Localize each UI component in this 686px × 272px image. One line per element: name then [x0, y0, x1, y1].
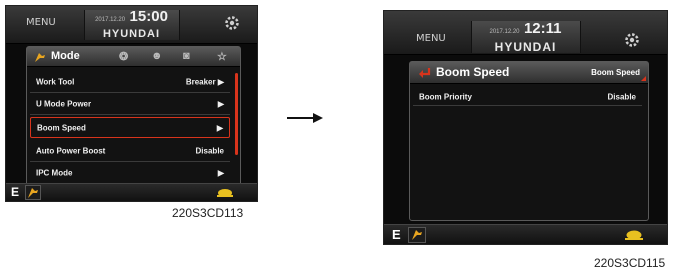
- figure-caption-right: 220S3CD115: [594, 256, 666, 270]
- panel-title: Mode: [51, 50, 80, 62]
- date: 2017.12.20: [489, 29, 520, 35]
- brand-label: HYUNDAI: [494, 40, 557, 54]
- scrollbar[interactable]: [235, 73, 238, 155]
- turtle-speed-icon: [622, 227, 646, 243]
- row-value: ▶: [217, 99, 224, 108]
- menu-row-ipc-mode[interactable]: IPC Mode ▶: [30, 162, 230, 184]
- header-center: 2017.12.20 15:00 HYUNDAI: [83, 8, 180, 40]
- mode-icon: [33, 50, 47, 64]
- back-arrow-icon[interactable]: [418, 66, 432, 80]
- menu-row-auto-power-boost[interactable]: Auto Power Boost Disable: [30, 140, 230, 162]
- menu-row-boom-priority[interactable]: Boom Priority Disable: [413, 88, 642, 106]
- footer: E: [384, 224, 667, 244]
- footer: E: [6, 183, 257, 201]
- settings-gear-icon[interactable]: [223, 14, 241, 32]
- menu-button[interactable]: MENU: [416, 33, 446, 44]
- clock: 15:00: [129, 8, 168, 25]
- header: MENU 2017.12.20 12:11 HYUNDAI: [384, 11, 667, 55]
- boom-speed-panel: Boom Speed Boom Speed Boom Priority Disa…: [409, 61, 649, 221]
- header-center: 2017.12.20 12:11 HYUNDAI: [470, 20, 581, 54]
- row-value: ▶: [216, 123, 223, 132]
- transition-arrow: [287, 113, 323, 123]
- menu-row-boom-speed[interactable]: Boom Speed ▶: [30, 117, 230, 138]
- power-mode-indicator: E: [392, 227, 401, 242]
- row-value: ▶: [217, 168, 224, 178]
- row-label: Work Tool: [36, 77, 75, 86]
- settings-tab-icon[interactable]: ❂: [119, 50, 128, 63]
- panel-title: Boom Speed: [436, 65, 510, 79]
- mode-menu-panel: Mode ❂ ☻ ◙ ☆ Work Tool Breaker ▶ U Mode …: [26, 46, 241, 186]
- panel-header: Mode ❂ ☻ ◙ ☆: [27, 47, 240, 67]
- menu-button[interactable]: MENU: [26, 17, 56, 28]
- current-value: Boom Speed: [591, 68, 640, 77]
- header: MENU 2017.12.20 15:00 HYUNDAI: [6, 6, 257, 44]
- work-tool-icon: [25, 185, 41, 200]
- panel-header: Boom Speed Boom Speed: [410, 62, 648, 84]
- row-value: Disable: [607, 92, 636, 101]
- row-label: U Mode Power: [36, 99, 92, 108]
- power-mode-indicator: E: [11, 185, 20, 199]
- settings-gear-icon[interactable]: [623, 31, 641, 49]
- camera-tab-icon[interactable]: ◙: [183, 50, 190, 62]
- turtle-speed-icon: [214, 185, 236, 200]
- row-label: IPC Mode: [36, 168, 73, 178]
- brand-label: HYUNDAI: [102, 28, 161, 40]
- work-tool-icon: [408, 227, 426, 243]
- row-label: Boom Speed: [37, 123, 86, 132]
- row-label: Boom Priority: [419, 92, 472, 101]
- row-label: Auto Power Boost: [36, 146, 106, 155]
- date: 2017.12.20: [95, 17, 126, 23]
- menu-row-u-mode-power[interactable]: U Mode Power ▶: [30, 93, 230, 115]
- figure-caption-left: 220S3CD113: [172, 206, 244, 220]
- favorite-tab-icon[interactable]: ☆: [217, 50, 227, 63]
- left-screen: MENU 2017.12.20 15:00 HYUNDAI Mode ❂ ☻ ◙…: [5, 5, 258, 202]
- row-value: Disable: [195, 146, 224, 155]
- right-screen: MENU 2017.12.20 12:11 HYUNDAI Boom Speed: [383, 10, 668, 245]
- clock: 12:11: [523, 20, 562, 37]
- corner-indicator: [641, 76, 646, 81]
- row-value: Breaker ▶: [185, 77, 224, 86]
- menu-row-work-tool[interactable]: Work Tool Breaker ▶: [30, 71, 230, 93]
- user-tab-icon[interactable]: ☻: [151, 50, 163, 62]
